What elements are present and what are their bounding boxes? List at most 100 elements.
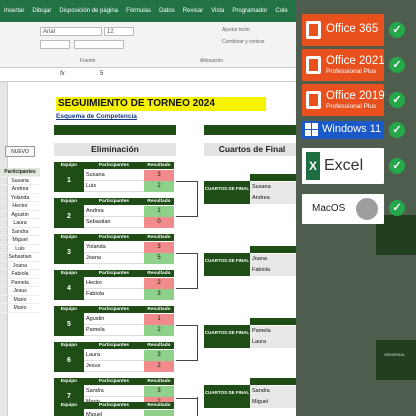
elimination-match: Equipo Participantes Resultado 2 Andrea 1 Seba…	[54, 198, 176, 230]
player-two-score[interactable]: 0	[144, 217, 174, 228]
quarter-final-match: CUARTOS DE FINAL Susana Andrea	[204, 174, 300, 206]
tab-programador[interactable]: Programador	[228, 8, 271, 14]
tab-disposicion[interactable]: Disposición de página	[55, 8, 122, 14]
match-number: 3	[54, 241, 84, 264]
player-one-score[interactable]: 2	[144, 278, 174, 289]
check-icon: ✓	[389, 22, 405, 38]
player-one[interactable]: Sandra	[84, 386, 144, 397]
player-two-score[interactable]: 2	[144, 181, 174, 192]
player-one-score[interactable]: 3	[144, 242, 174, 253]
list-item[interactable]: Fabiola	[0, 270, 40, 279]
list-item[interactable]: Luis	[0, 245, 40, 253]
list-item[interactable]: Andrea	[0, 185, 40, 194]
player-two[interactable]: Luis	[84, 181, 144, 192]
list-item[interactable]: Yolanda	[0, 194, 40, 202]
elimination-match: EquipoParticipantesResultado 8Miguel	[54, 402, 176, 416]
player-two[interactable]: Jesus	[84, 361, 144, 372]
player-two-score[interactable]: 2	[144, 325, 174, 336]
quarter-player-two[interactable]: Andrea	[250, 193, 300, 204]
list-item[interactable]: Miguel	[0, 236, 40, 245]
list-item[interactable]: Sebastian	[0, 253, 40, 262]
worksheet[interactable]: SEGUIMIENTO DE TORNEO 2024 Esquema de Co…	[0, 82, 300, 416]
list-item[interactable]: Mario	[0, 304, 40, 313]
player-one[interactable]: Yolanda	[84, 242, 144, 253]
team-header: Equipo	[54, 270, 84, 277]
player-one-score[interactable]	[144, 410, 174, 416]
semifinal-label-2: SEMIFINAL	[384, 352, 406, 357]
fill-color-tools[interactable]	[74, 40, 124, 49]
check-icon: ✓	[389, 122, 405, 138]
list-item[interactable]: Sandra	[0, 228, 40, 236]
tab-datos[interactable]: Datos	[155, 8, 179, 14]
participants-header: Participantes	[84, 378, 144, 385]
formula-bar[interactable]: fx 5	[0, 68, 300, 82]
participants-header: Participantes	[84, 270, 144, 277]
player-two-score[interactable]: 3	[144, 289, 174, 300]
team-header: Equipo	[54, 234, 84, 241]
player-two-score[interactable]: 2	[144, 361, 174, 372]
player-one[interactable]: Laura	[84, 350, 144, 361]
player-two[interactable]: Pamela	[84, 325, 144, 336]
player-one-score[interactable]: 3	[144, 386, 174, 397]
tab-formulas[interactable]: Fórmulas	[122, 8, 155, 14]
player-one-score[interactable]: 1	[144, 314, 174, 325]
quarter-header	[250, 318, 300, 325]
check-icon: ✓	[389, 57, 405, 73]
tab-vista[interactable]: Vista	[207, 8, 228, 14]
player-two[interactable]: Fabiola	[84, 289, 144, 300]
team-header: Equipo	[54, 342, 84, 349]
bracket-connector	[176, 193, 198, 217]
quarter-player-two[interactable]: Miguel	[250, 397, 300, 408]
excel-badge: X Excel	[302, 148, 384, 184]
quarter-player-two[interactable]: Laura	[250, 337, 300, 348]
office-365-label: Office 365	[326, 23, 379, 35]
player-one-score[interactable]: 3	[144, 170, 174, 181]
elimination-match: Equipo Participantes Resultado 6 Laura 3 Jesus…	[54, 342, 176, 374]
list-item[interactable]: Joana	[0, 262, 40, 270]
player-one-score[interactable]: 1	[144, 206, 174, 217]
tab-dibujar[interactable]: Dibujar	[28, 8, 55, 14]
formula-value[interactable]: 5	[100, 71, 103, 77]
bold-italic-underline[interactable]	[40, 40, 70, 49]
player-one[interactable]: Miguel	[84, 410, 144, 416]
list-item[interactable]: Laura	[0, 219, 40, 228]
player-two[interactable]: Joana	[84, 253, 144, 264]
list-item[interactable]: Jesus	[0, 287, 40, 296]
quarter-player-one[interactable]: Susana	[250, 182, 300, 193]
player-two-score[interactable]: 5	[144, 253, 174, 264]
quarter-player-one[interactable]: Pamela	[250, 326, 300, 337]
office-2019-sublabel: Professional Plus	[326, 103, 377, 110]
ribbon-body: Arial 12 Ajustar texto Combinar y centra…	[0, 22, 300, 68]
result-header: Resultado	[144, 270, 174, 277]
font-name-select[interactable]: Arial	[40, 27, 102, 36]
tab-cole[interactable]: Cole	[271, 8, 291, 14]
quarter-player-two[interactable]: Fabiola	[250, 265, 300, 276]
font-size-select[interactable]: 12	[104, 27, 134, 36]
player-one[interactable]: Susana	[84, 170, 144, 181]
quarter-final-match: CUARTOS DE FINAL Joana Fabiola	[204, 246, 300, 278]
match-number: 1	[54, 169, 84, 192]
merge-center-button[interactable]: Combinar y centrar	[222, 39, 265, 45]
player-one[interactable]: Agustin	[84, 314, 144, 325]
list-item[interactable]: Mario	[0, 296, 40, 304]
quarter-label: CUARTOS DE FINAL	[204, 385, 250, 408]
result-header: Resultado	[144, 402, 174, 409]
player-one[interactable]: Andrea	[84, 206, 144, 217]
check-icon: ✓	[389, 200, 405, 216]
team-header: Equipo	[54, 198, 84, 205]
font-group-label: Fuente	[80, 58, 96, 64]
list-item[interactable]: Pamela	[0, 279, 40, 287]
quarter-player-one[interactable]: Joana	[250, 254, 300, 265]
player-one[interactable]: Hector	[84, 278, 144, 289]
player-one-score[interactable]: 3	[144, 350, 174, 361]
list-item[interactable]: Agustin	[0, 211, 40, 219]
player-two[interactable]: Sebastian	[84, 217, 144, 228]
tab-revisar[interactable]: Revisar	[179, 8, 207, 14]
tab-insertar[interactable]: Insertar	[0, 8, 28, 14]
quarter-player-one[interactable]: Sandra	[250, 386, 300, 397]
nuevo-button[interactable]: NUEVO	[5, 146, 35, 157]
participants-header: Participantes	[84, 402, 144, 409]
wrap-text-button[interactable]: Ajustar texto	[222, 27, 250, 33]
list-item[interactable]: Hector	[0, 202, 40, 211]
list-item[interactable]: Susana	[0, 177, 40, 185]
